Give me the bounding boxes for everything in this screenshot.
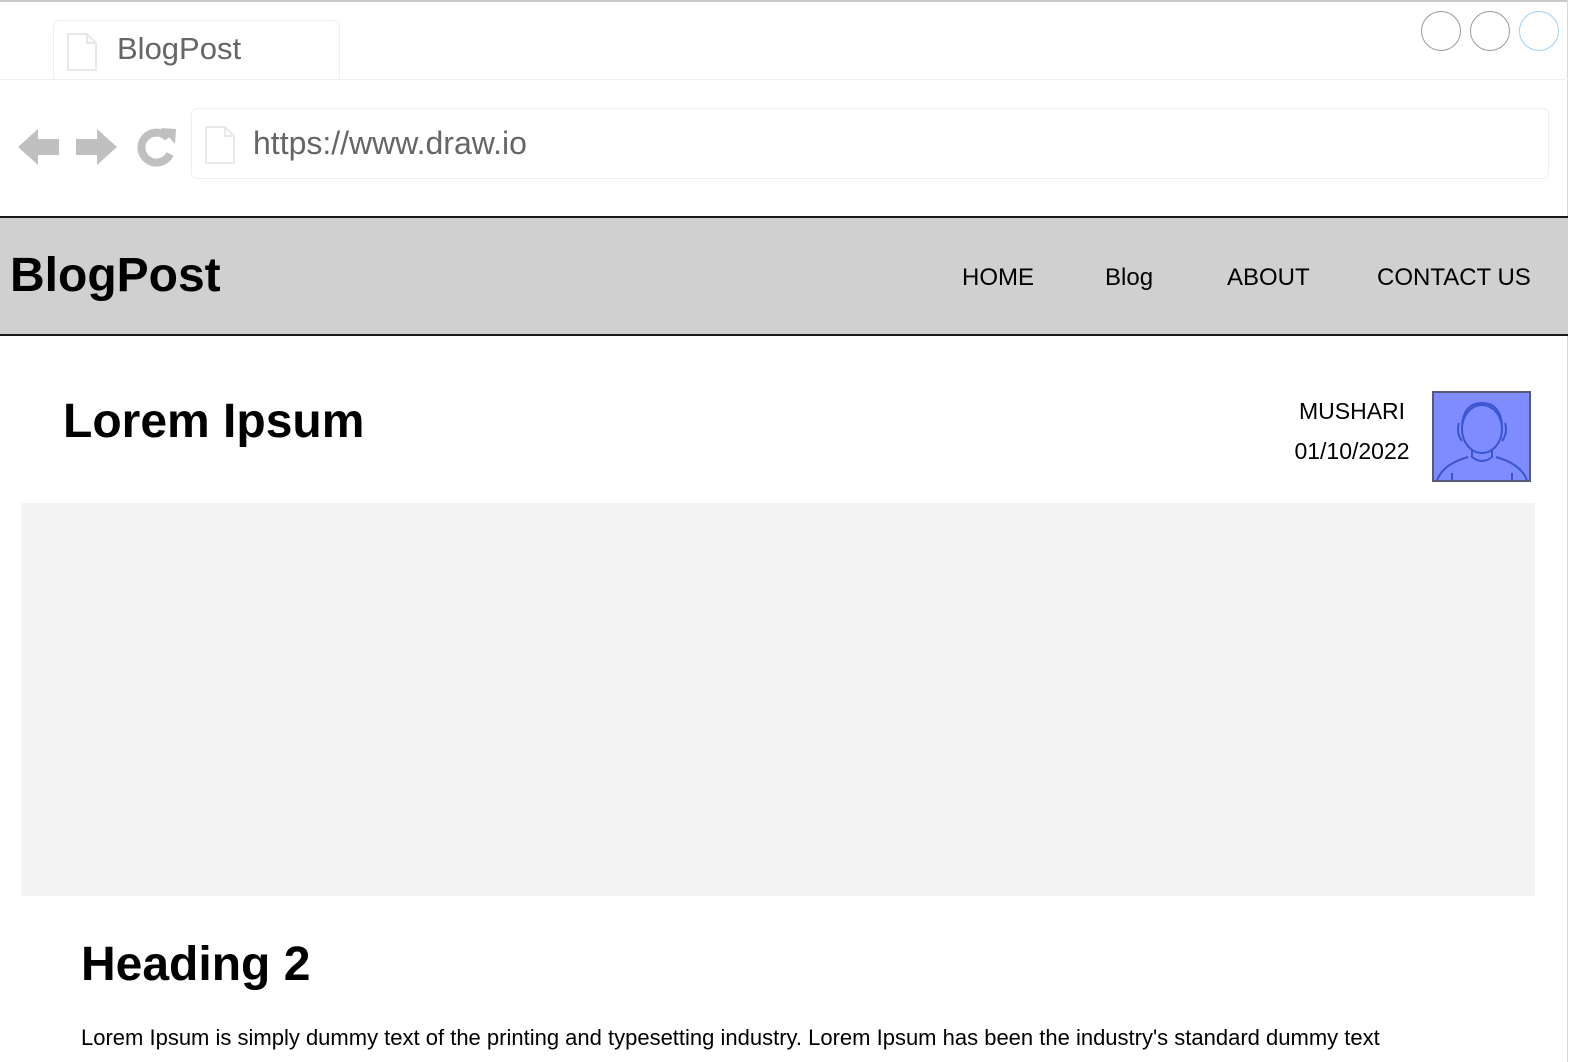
nav-link-home[interactable]: HOME: [962, 264, 1034, 292]
window-right-border: [1567, 0, 1568, 1062]
post-title: Lorem Ipsum: [63, 395, 365, 448]
hero-image-placeholder: [21, 503, 1535, 896]
window-control-button-3[interactable]: [1519, 11, 1559, 51]
site-navbar: BlogPost HOME Blog ABOUT CONTACT US: [0, 216, 1568, 336]
post-date: 01/10/2022: [1294, 438, 1410, 464]
tab-strip-divider: [0, 79, 1568, 80]
document-icon: [205, 126, 235, 169]
address-bar[interactable]: https://www.draw.io: [191, 108, 1549, 179]
tab-title: BlogPost: [117, 31, 242, 66]
site-brand[interactable]: BlogPost: [10, 248, 221, 303]
body-paragraph: Lorem Ipsum is simply dummy text of the …: [81, 1025, 1380, 1050]
window-control-button-2[interactable]: [1470, 11, 1510, 51]
browser-window: BlogPost https://www.draw.io BlogPost HO…: [0, 0, 1594, 1062]
arrow-right-icon[interactable]: [76, 126, 118, 173]
url-text[interactable]: https://www.draw.io: [253, 125, 527, 162]
nav-link-about[interactable]: ABOUT: [1227, 264, 1310, 292]
arrow-left-icon[interactable]: [18, 126, 60, 173]
document-icon: [67, 33, 97, 76]
author-name: MUSHARI: [1298, 398, 1406, 424]
window-top-border: [0, 0, 1568, 2]
reload-icon[interactable]: [135, 126, 177, 173]
window-control-button-1[interactable]: [1421, 11, 1461, 51]
nav-link-contact-us[interactable]: CONTACT US: [1377, 264, 1531, 292]
nav-link-blog[interactable]: Blog: [1105, 264, 1153, 292]
section-heading: Heading 2: [81, 938, 311, 991]
user-avatar-icon[interactable]: [1432, 391, 1531, 482]
browser-tab[interactable]: BlogPost: [53, 20, 340, 80]
